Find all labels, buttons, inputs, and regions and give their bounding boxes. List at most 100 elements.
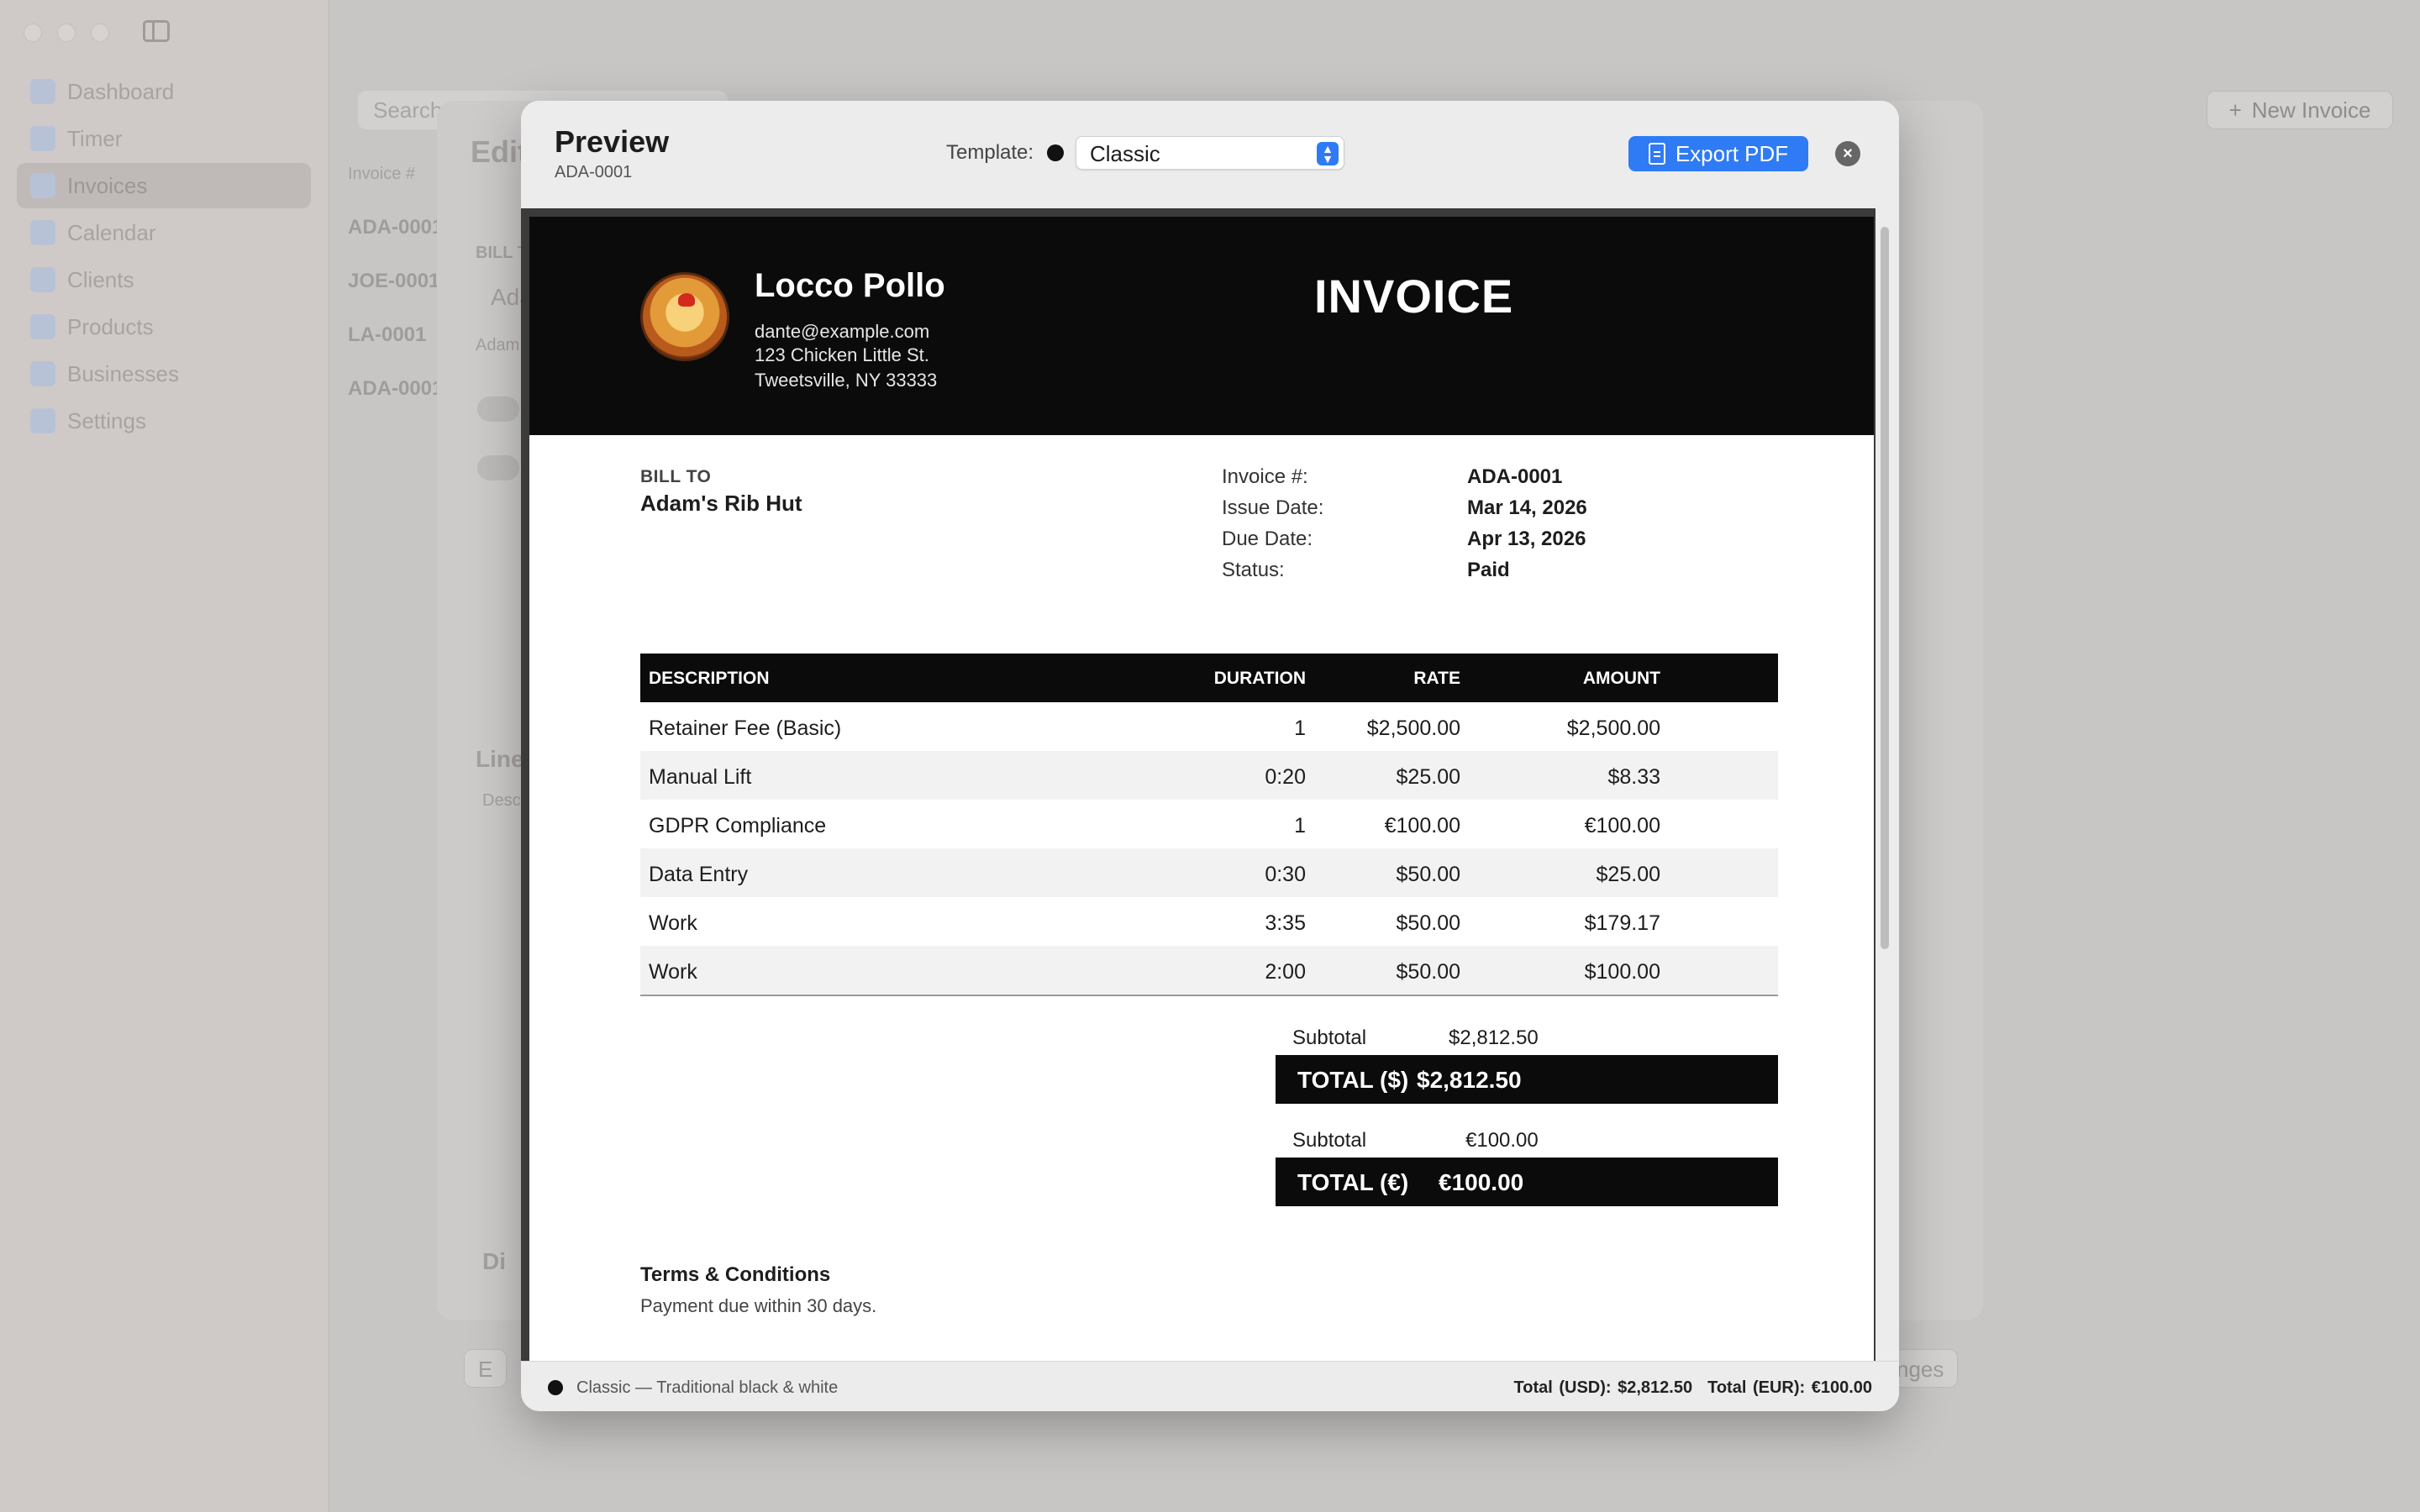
template-color-dot (1047, 144, 1064, 161)
business-address-line1: 123 Chicken Little St. (755, 344, 929, 365)
due-date: Apr 13, 2026 (1467, 528, 1586, 550)
sidebar: Dashboard Timer Invoices Calendar Client… (0, 0, 329, 1512)
cell-description: GDPR Compliance (649, 814, 827, 837)
terms-heading: Terms & Conditions (640, 1263, 831, 1286)
subtotal-label-usd: Subtotal (1292, 1026, 1367, 1049)
building-icon (30, 361, 55, 386)
calendar-icon (30, 220, 55, 245)
client-caption: Adam (476, 336, 520, 354)
close-icon[interactable]: × (1835, 141, 1860, 166)
meta-label: Issue Date: (1222, 496, 1324, 519)
cell-duration: 2:00 (1265, 960, 1306, 984)
invoice-list: Invoice # ADA-0001 JOE-0001 LA-0001 ADA-… (348, 165, 443, 431)
minimize-window-button[interactable] (57, 24, 76, 42)
plus-icon: + (2228, 97, 2242, 123)
table-row: GDPR Compliance 1 €100.00 €100.00 (640, 800, 1778, 848)
footer-total-usd: Total (USD): $2,812.50 (1513, 1378, 1693, 1397)
line-items-heading: Line (476, 746, 524, 772)
export-pdf-label: Export PDF (1675, 140, 1789, 166)
meta-label: Invoice #: (1222, 465, 1308, 488)
new-invoice-button[interactable]: + New Invoice (2207, 91, 2393, 129)
template-label: Template: (946, 141, 1034, 164)
zoom-window-button[interactable] (91, 24, 109, 42)
invoice-number: ADA-0001 (1467, 465, 1563, 488)
list-item[interactable]: ADA-0001 (348, 377, 443, 431)
business-logo (640, 272, 729, 361)
invoice-header: Locco Pollo dante@example.com 123 Chicke… (529, 217, 1874, 435)
cell-duration: 1 (1294, 814, 1306, 837)
chevron-updown-icon: ▲ ▼ (1317, 142, 1339, 165)
list-item[interactable]: JOE-0001 (348, 270, 443, 323)
cell-rate: €100.00 (1384, 814, 1460, 837)
sidebar-item-products[interactable]: Products (17, 304, 311, 349)
sidebar-item-businesses[interactable]: Businesses (17, 351, 311, 396)
sidebar-toggle-icon[interactable] (143, 20, 170, 42)
sidebar-item-clients[interactable]: Clients (17, 257, 311, 302)
sidebar-item-settings[interactable]: Settings (17, 398, 311, 444)
table-row: Manual Lift 0:20 $25.00 $8.33 (640, 751, 1778, 800)
preview-scrollbar[interactable] (1877, 218, 1891, 1310)
modal-header: Preview ADA-0001 Template: Classic ▲ ▼ Ex… (521, 101, 1899, 208)
business-email: dante@example.com (755, 321, 930, 342)
client-name: Adam's Rib Hut (640, 491, 802, 516)
footer-total-eur: Total (EUR): €100.00 (1707, 1378, 1872, 1397)
subtotal-label-eur: Subtotal (1292, 1129, 1367, 1152)
preview-modal: Preview ADA-0001 Template: Classic ▲ ▼ Ex… (521, 101, 1899, 1411)
cell-description: Data Entry (649, 863, 749, 886)
column-header-duration: DURATION (1213, 669, 1306, 688)
description-column: Desc (482, 791, 521, 810)
cell-duration: 0:20 (1265, 765, 1306, 789)
line-items-table: DESCRIPTION DURATION RATE AMOUNT Retaine… (640, 654, 1778, 996)
business-address-line2: Tweetsville, NY 33333 (755, 370, 938, 391)
sidebar-item-label: Invoices (67, 172, 148, 198)
column-header-rate: RATE (1413, 669, 1460, 688)
invoice-page: Locco Pollo dante@example.com 123 Chicke… (529, 217, 1874, 1376)
total-label-eur: TOTAL (€) (1297, 1169, 1409, 1195)
close-window-button[interactable] (24, 24, 42, 42)
document-preview[interactable]: Locco Pollo dante@example.com 123 Chicke… (521, 208, 1876, 1411)
status-value: Paid (1467, 559, 1510, 581)
window-controls (24, 24, 109, 42)
people-icon (30, 267, 55, 292)
scrollbar-thumb[interactable] (1881, 227, 1889, 949)
sidebar-item-dashboard[interactable]: Dashboard (17, 69, 311, 114)
table-divider (640, 995, 1778, 996)
sidebar-item-timer[interactable]: Timer (17, 116, 311, 161)
cell-duration: 0:30 (1265, 863, 1306, 886)
business-name: Locco Pollo (755, 267, 945, 304)
modal-title: Preview (555, 124, 670, 159)
document-icon (1648, 143, 1665, 165)
total-label-usd: TOTAL ($) (1297, 1067, 1409, 1093)
cell-amount: $2,500.00 (1566, 717, 1660, 740)
cell-rate: $25.00 (1396, 765, 1460, 789)
bill-to-label: BILL T (476, 244, 528, 262)
sidebar-item-label: Products (67, 313, 154, 339)
issue-date: Mar 14, 2026 (1467, 496, 1587, 519)
list-item[interactable]: LA-0001 (348, 323, 443, 377)
chart-icon (30, 79, 55, 104)
template-description: Classic — Traditional black & white (576, 1378, 839, 1397)
cell-amount: $179.17 (1584, 911, 1660, 935)
cell-duration: 3:35 (1265, 911, 1306, 935)
discount-section[interactable]: Di (482, 1248, 506, 1275)
cell-rate: $50.00 (1396, 863, 1460, 886)
export-pdf-button[interactable]: Export PDF (1628, 136, 1808, 171)
cell-description: Manual Lift (649, 765, 752, 789)
cell-rate: $50.00 (1396, 960, 1460, 984)
cell-duration: 1 (1294, 717, 1306, 740)
column-header-description: DESCRIPTION (649, 669, 770, 688)
sidebar-item-calendar[interactable]: Calendar (17, 210, 311, 255)
export-button-bg[interactable]: E (464, 1349, 508, 1388)
sidebar-item-invoices[interactable]: Invoices (17, 163, 311, 208)
sidebar-item-label: Dashboard (67, 78, 175, 104)
toggle-switch[interactable] (477, 396, 519, 422)
table-row: Retainer Fee (Basic) 1 $2,500.00 $2,500.… (640, 702, 1778, 751)
invoice-heading: INVOICE (1314, 270, 1514, 323)
list-item[interactable]: ADA-0001 (348, 216, 443, 270)
cube-icon (30, 314, 55, 339)
modal-footer: Classic — Traditional black & white Tota… (521, 1361, 1899, 1411)
gear-icon (30, 408, 55, 433)
template-select[interactable]: Classic ▲ ▼ (1076, 136, 1344, 170)
cell-amount: $25.00 (1596, 863, 1660, 886)
toggle-switch[interactable] (477, 455, 519, 480)
